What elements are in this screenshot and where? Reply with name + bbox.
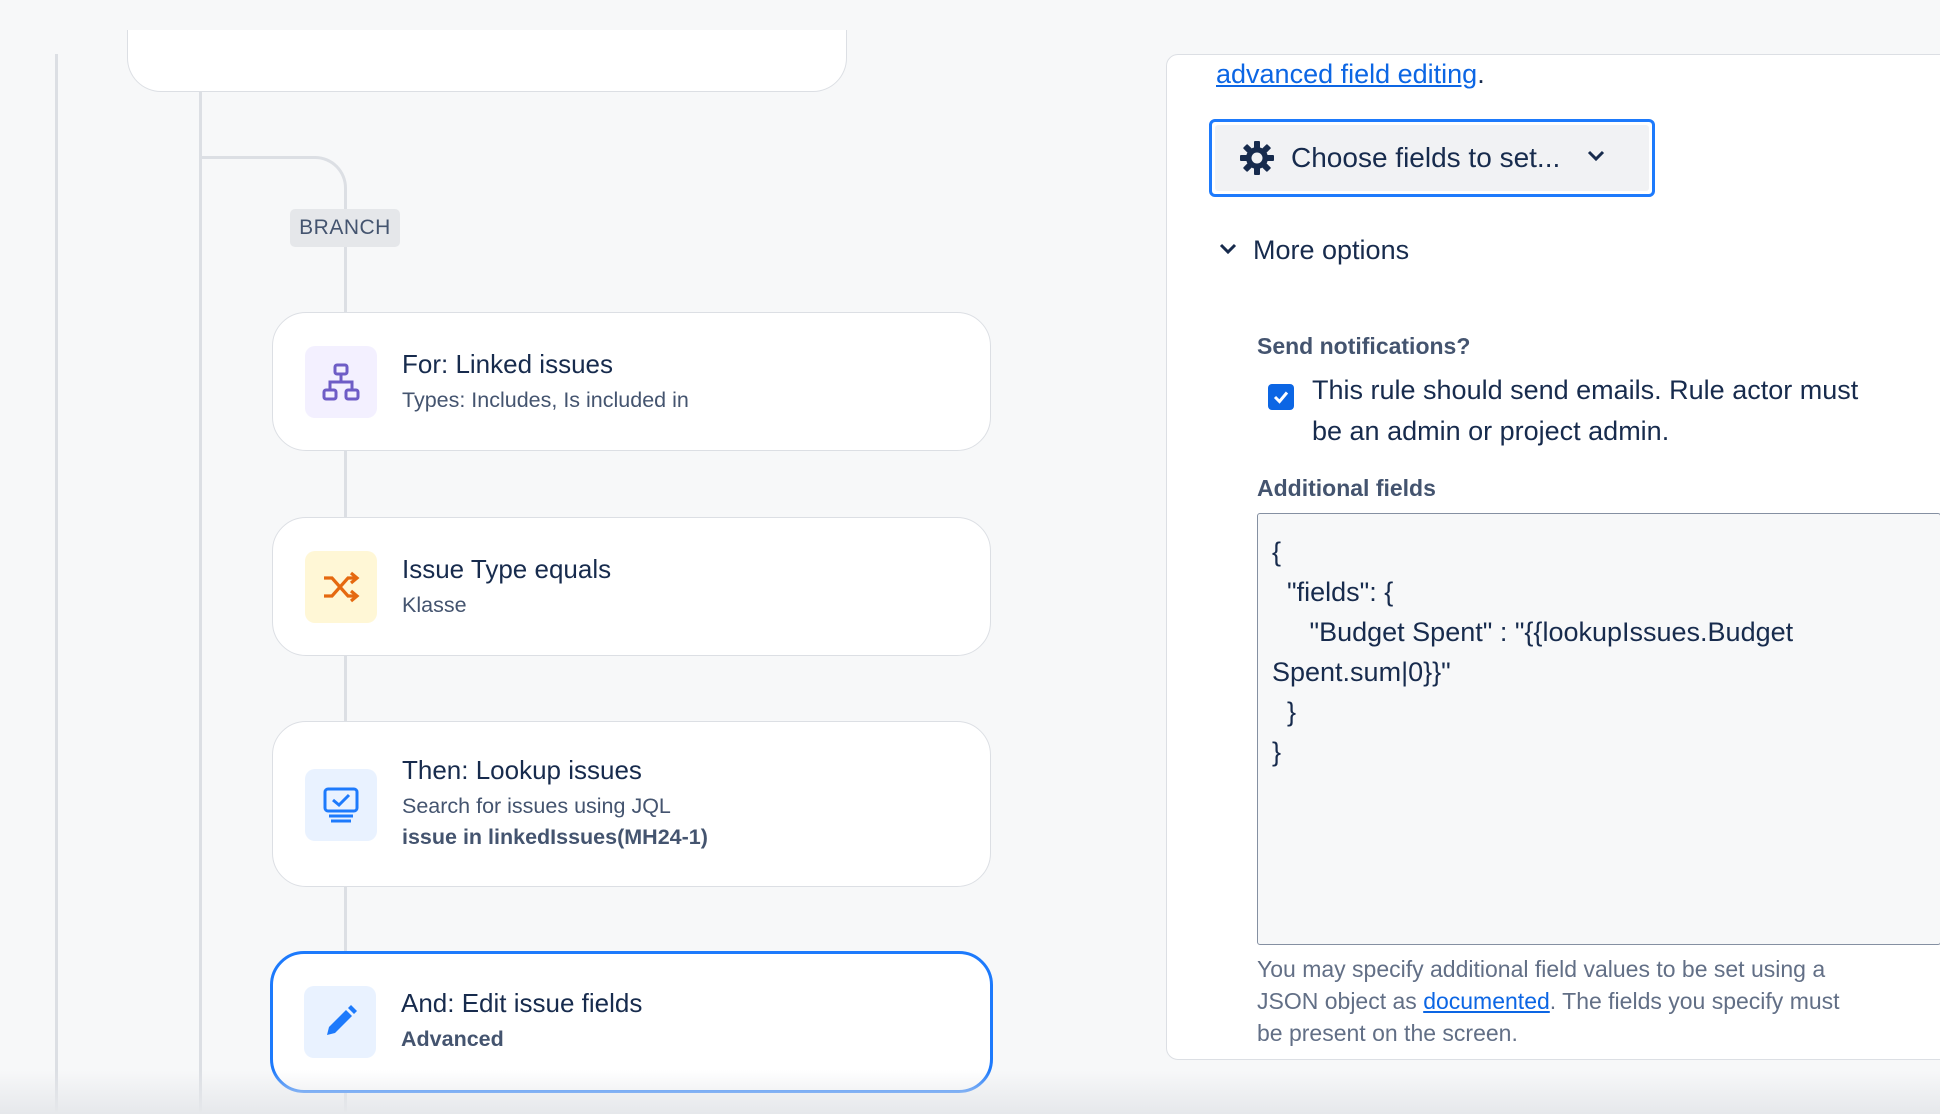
chevron-down-icon [1219, 242, 1239, 260]
additional-fields-help: You may specify additional field values … [1257, 953, 1840, 1049]
card-title: Issue Type equals [402, 554, 612, 584]
card-subtitle: Klasse [402, 593, 467, 617]
canvas-left-border [55, 54, 58, 1114]
card-title: For: Linked issues [402, 349, 613, 379]
help-line-2-suffix: . The fields you specify must [1549, 988, 1840, 1014]
help-line-2: JSON object as documented. The fields yo… [1257, 985, 1840, 1017]
condition-card-issue-type[interactable]: Issue Type equals Klasse [272, 517, 991, 656]
help-line-3: be present on the screen. [1257, 1020, 1518, 1046]
documented-link[interactable]: documented [1423, 988, 1550, 1014]
bottom-fade [0, 1070, 1940, 1114]
card-subtitle: Search for issues using JQL [402, 794, 671, 818]
send-notifications-label: Send notifications? [1257, 333, 1471, 359]
card-subtitle: Types: Includes, Is included in [402, 388, 689, 412]
main-connector-line [199, 90, 202, 1114]
send-notifications-checkbox[interactable] [1268, 384, 1294, 410]
card-title: And: Edit issue fields [401, 988, 643, 1018]
previous-component-card[interactable] [127, 30, 847, 92]
send-notifications-line-2: be an admin or project admin. [1312, 416, 1670, 446]
card-title: Then: Lookup issues [402, 755, 642, 785]
advanced-field-editing-link[interactable]: advanced field editing [1216, 59, 1477, 89]
link-suffix: . [1477, 59, 1485, 89]
choose-fields-button[interactable]: Choose fields to set... [1209, 119, 1655, 197]
more-options-label: More options [1253, 235, 1410, 265]
more-options-toggle[interactable]: More options [1219, 235, 1409, 266]
hierarchy-icon [305, 346, 377, 418]
config-panel: advanced field editing. Choose fields to… [1166, 54, 1940, 1060]
help-line-1: You may specify additional field values … [1257, 956, 1826, 982]
monitor-check-icon [305, 769, 377, 841]
branch-card-linked-issues[interactable]: For: Linked issues Types: Includes, Is i… [272, 312, 991, 451]
branch-connector-curve [199, 156, 347, 216]
branch-badge: BRANCH [290, 209, 400, 247]
additional-fields-label: Additional fields [1257, 475, 1436, 501]
additional-fields-textarea[interactable]: { "fields": { "Budget Spent" : "{{lookup… [1257, 513, 1940, 945]
choose-fields-label: Choose fields to set... [1291, 142, 1561, 173]
shuffle-icon [305, 551, 377, 623]
help-line-2-prefix: JSON object as [1257, 988, 1424, 1014]
card-detail: Advanced [401, 1027, 504, 1051]
advanced-editing-text: advanced field editing. [1216, 59, 1485, 90]
action-card-lookup-issues[interactable]: Then: Lookup issues Search for issues us… [272, 721, 991, 887]
pencil-icon [304, 986, 376, 1058]
chevron-down-icon [1586, 149, 1606, 168]
branch-label: BRANCH [299, 216, 391, 239]
send-notifications-text: This rule should send emails. Rule actor… [1312, 370, 1858, 452]
gear-icon [1239, 140, 1275, 176]
send-notifications-line-1: This rule should send emails. Rule actor… [1312, 375, 1859, 405]
card-detail: issue in linkedIssues(MH24-1) [402, 825, 708, 849]
check-icon [1273, 391, 1289, 404]
